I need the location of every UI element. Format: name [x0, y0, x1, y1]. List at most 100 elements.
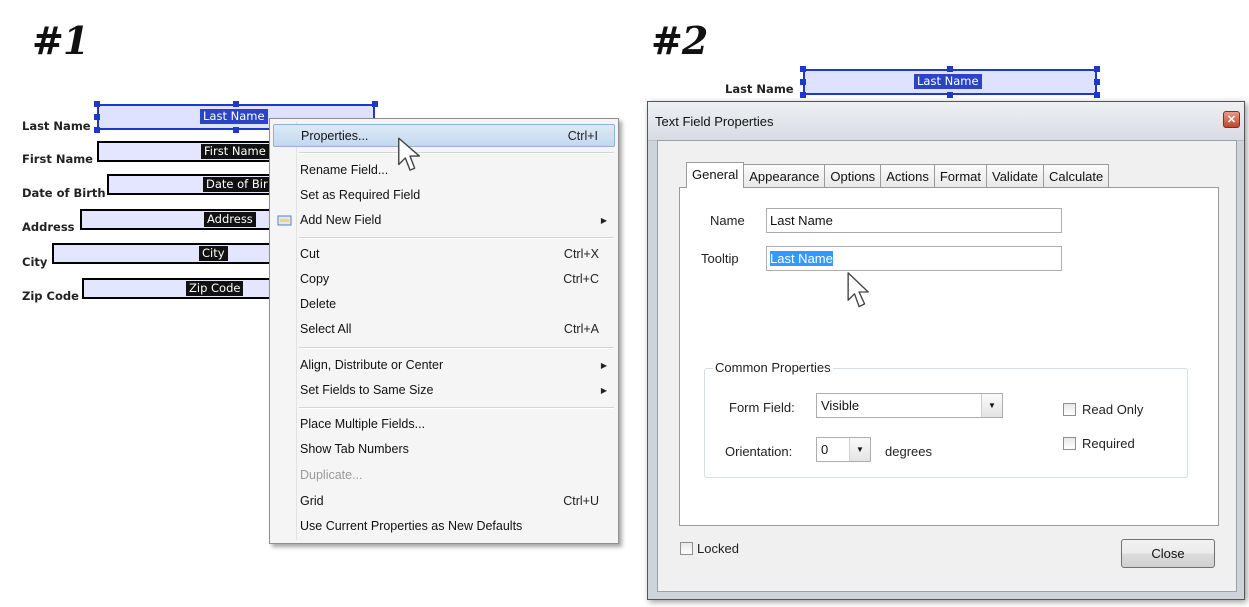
- tooltip-input[interactable]: Last Name: [766, 246, 1062, 271]
- form-field-select[interactable]: Visible ▼: [816, 393, 1003, 418]
- menu-item-shortcut: Ctrl+X: [563, 247, 599, 261]
- form-label-zip-code: Zip Code: [22, 289, 79, 303]
- selection-handle[interactable]: [94, 114, 100, 120]
- menu-item-select-all[interactable]: Select All Ctrl+A: [273, 318, 615, 341]
- selection-handle[interactable]: [233, 101, 239, 107]
- field-text: City: [199, 246, 228, 261]
- menu-item-place-multiple[interactable]: Place Multiple Fields...: [273, 413, 615, 436]
- locked-label: Locked: [697, 541, 739, 556]
- submenu-arrow-icon: ▶: [600, 361, 607, 370]
- menu-item-label: Show Tab Numbers: [300, 442, 409, 456]
- menu-item-label: Duplicate...: [300, 468, 363, 482]
- menu-item-duplicate[interactable]: Duplicate...: [273, 464, 615, 487]
- menu-separator: [299, 237, 614, 239]
- required-checkbox[interactable]: [1063, 437, 1076, 450]
- tab-general[interactable]: General: [686, 162, 745, 188]
- form-label-first-name: First Name: [22, 152, 93, 166]
- menu-item-use-current-defaults[interactable]: Use Current Properties as New Defaults: [273, 515, 615, 538]
- field-text: Last Name: [914, 74, 982, 89]
- menu-separator: [299, 347, 614, 349]
- selection-handle[interactable]: [800, 66, 806, 72]
- form-field-zip-code[interactable]: Zip Code: [82, 278, 277, 299]
- orientation-select[interactable]: 0 ▼: [816, 437, 871, 462]
- selection-handle[interactable]: [94, 101, 100, 107]
- menu-item-label: Grid: [300, 494, 324, 508]
- selection-handle[interactable]: [1094, 92, 1100, 98]
- add-field-icon: [277, 215, 292, 226]
- form-field-address[interactable]: Address: [80, 209, 277, 230]
- tab-calculate[interactable]: Calculate: [1043, 164, 1110, 187]
- submenu-arrow-icon: ▶: [600, 386, 607, 395]
- common-properties-group: Common Properties Form Field: Visible ▼ …: [704, 360, 1188, 478]
- dialog-titlebar[interactable]: Text Field Properties ✕: [648, 102, 1244, 141]
- name-label: Name: [710, 213, 745, 228]
- tab-actions[interactable]: Actions: [880, 164, 935, 187]
- form-label-date-of-birth: Date of Birth: [22, 186, 106, 200]
- form-field-first-name[interactable]: First Name: [97, 141, 277, 162]
- orientation-label: Orientation:: [725, 444, 793, 459]
- menu-item-cut[interactable]: Cut Ctrl+X: [273, 243, 615, 266]
- selection-handle[interactable]: [947, 66, 953, 72]
- close-button[interactable]: Close: [1121, 539, 1215, 568]
- menu-item-label: Delete: [300, 297, 337, 311]
- step-1-title: #1: [32, 18, 89, 63]
- dropdown-arrow-icon[interactable]: ▼: [981, 394, 1002, 417]
- menu-item-add-new-field[interactable]: Add New Field ▶: [273, 209, 615, 232]
- selection-handle[interactable]: [233, 127, 239, 133]
- selection-handle[interactable]: [800, 79, 806, 85]
- form-field-city[interactable]: City: [52, 243, 277, 264]
- form-field-date-of-birth[interactable]: Date of Bir: [107, 174, 277, 195]
- tab-validate[interactable]: Validate: [986, 164, 1045, 187]
- dropdown-arrow-icon[interactable]: ▼: [849, 438, 870, 461]
- menu-item-grid[interactable]: Grid Ctrl+U: [273, 490, 615, 513]
- form-field-label: Form Field:: [729, 400, 795, 415]
- read-only-checkbox[interactable]: [1063, 403, 1076, 416]
- selection-handle[interactable]: [1094, 79, 1100, 85]
- tab-strip: General Appearance Options Actions Forma…: [686, 162, 1110, 188]
- menu-item-set-required[interactable]: Set as Required Field: [273, 184, 615, 207]
- menu-item-label: Set Fields to Same Size: [300, 383, 434, 397]
- menu-item-align-distribute[interactable]: Align, Distribute or Center ▶: [273, 354, 615, 377]
- field-text: Zip Code: [186, 281, 244, 296]
- field-text: Date of Bir: [203, 177, 271, 192]
- menu-item-same-size[interactable]: Set Fields to Same Size ▶: [273, 379, 615, 402]
- menu-separator: [299, 152, 614, 154]
- selection-handle[interactable]: [372, 101, 378, 107]
- tab-format[interactable]: Format: [933, 164, 987, 187]
- name-input[interactable]: Last Name: [766, 208, 1062, 233]
- orientation-value: 0: [821, 442, 829, 457]
- selection-handle[interactable]: [1094, 66, 1100, 72]
- menu-item-label: Properties...: [301, 129, 369, 143]
- menu-item-rename-field[interactable]: Rename Field...: [273, 159, 615, 182]
- menu-item-shortcut: Ctrl+A: [563, 322, 599, 336]
- menu-item-label: Cut: [300, 247, 320, 261]
- degrees-label: degrees: [885, 444, 932, 459]
- menu-item-copy[interactable]: Copy Ctrl+C: [273, 268, 615, 291]
- tooltip-label: Tooltip: [701, 251, 739, 266]
- form-label-city: City: [22, 255, 48, 269]
- menu-item-delete[interactable]: Delete: [273, 293, 615, 316]
- locked-checkbox[interactable]: [680, 542, 693, 555]
- menu-item-label: Add New Field: [300, 213, 382, 227]
- menu-item-label: Align, Distribute or Center: [300, 358, 444, 372]
- menu-item-shortcut: Ctrl+C: [563, 272, 599, 286]
- tab-options[interactable]: Options: [824, 164, 882, 187]
- menu-item-shortcut: Ctrl+I: [567, 129, 598, 143]
- menu-item-properties[interactable]: Properties... Ctrl+I: [273, 124, 615, 147]
- hand-cursor-icon: [398, 137, 421, 171]
- menu-item-show-tab-numbers[interactable]: Show Tab Numbers: [273, 438, 615, 461]
- menu-item-shortcut: Ctrl+U: [563, 494, 599, 508]
- menu-separator: [299, 407, 614, 409]
- required-label: Required: [1082, 436, 1135, 451]
- form-label-last-name: Last Name: [725, 82, 794, 96]
- selection-handle[interactable]: [94, 127, 100, 133]
- form-label-address: Address: [22, 220, 75, 234]
- selection-handle[interactable]: [947, 92, 953, 98]
- tab-appearance[interactable]: Appearance: [743, 164, 826, 187]
- field-text: First Name: [201, 144, 269, 159]
- selection-handle[interactable]: [800, 92, 806, 98]
- common-properties-legend: Common Properties: [713, 360, 833, 375]
- menu-item-label: Set as Required Field: [300, 188, 421, 202]
- close-icon[interactable]: ✕: [1223, 111, 1240, 128]
- menu-item-label: Use Current Properties as New Defaults: [300, 519, 523, 533]
